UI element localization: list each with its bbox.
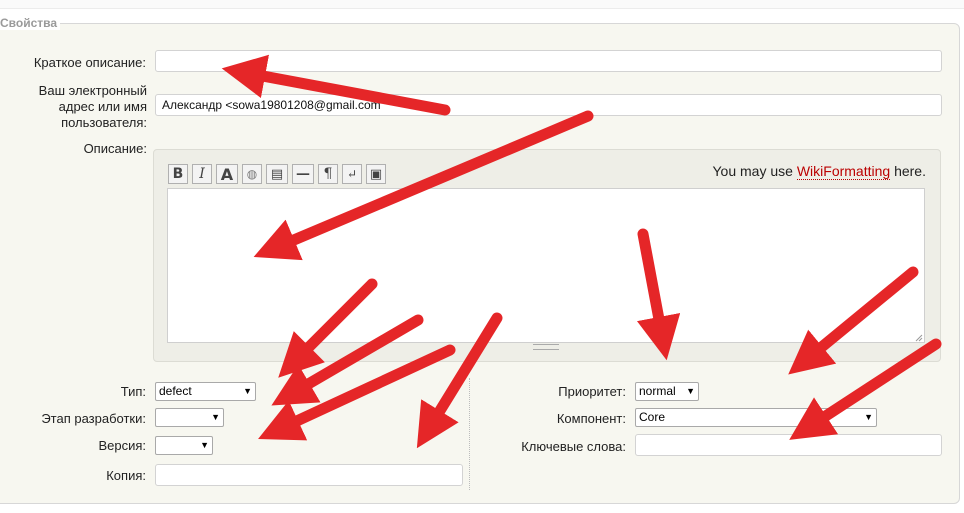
chevron-down-icon: ▼ <box>200 440 209 450</box>
paragraph-icon[interactable]: ¶ <box>318 164 338 184</box>
link-icon[interactable]: ◍ <box>242 164 262 184</box>
summary-label: Краткое описание: <box>33 55 146 70</box>
reporter-input[interactable]: Александр <sowa19801208@gmail.com <box>155 94 942 116</box>
reporter-label: Ваш электронный адрес или имя пользовате… <box>10 83 147 131</box>
cc-label: Копия: <box>106 468 146 483</box>
component-select-value: Core <box>639 410 666 424</box>
milestone-label: Этап разработки: <box>41 411 146 426</box>
image-icon[interactable]: ▣ <box>366 164 386 184</box>
priority-select[interactable]: normal ▼ <box>635 382 699 401</box>
wiki-toolbar: B I A ◍ ▤ — ¶ ↵ ▣ <box>168 164 390 184</box>
component-label: Компонент: <box>556 411 626 426</box>
textarea-grip-handle[interactable] <box>533 344 559 350</box>
priority-label: Приоритет: <box>558 384 626 399</box>
resize-handle-icon[interactable] <box>913 331 923 342</box>
reporter-label-line-3: пользователя: <box>61 115 147 130</box>
component-select[interactable]: Core ▼ <box>635 408 877 427</box>
chevron-down-icon: ▼ <box>686 386 695 396</box>
column-divider <box>469 378 470 490</box>
wiki-hint-suffix: here. <box>890 163 926 179</box>
description-label: Описание: <box>83 141 147 156</box>
top-strip <box>0 0 964 9</box>
line-break-icon[interactable]: ↵ <box>342 164 362 184</box>
milestone-select[interactable]: ▼ <box>155 408 224 427</box>
description-textarea[interactable] <box>167 188 925 343</box>
summary-input[interactable] <box>155 50 942 72</box>
bold-icon[interactable]: B <box>168 164 188 184</box>
reporter-label-line-2: адрес или имя <box>58 99 147 114</box>
wiki-hint: You may use WikiFormatting here. <box>712 163 926 180</box>
priority-select-value: normal <box>639 384 676 398</box>
type-select[interactable]: defect ▼ <box>155 382 256 401</box>
wikiformatting-link[interactable]: WikiFormatting <box>796 163 891 180</box>
horizontal-rule-icon[interactable]: — <box>292 164 314 184</box>
keywords-input[interactable] <box>635 434 942 456</box>
keywords-label: Ключевые слова: <box>521 439 626 454</box>
cc-input[interactable] <box>155 464 463 486</box>
code-block-icon[interactable]: ▤ <box>266 164 288 184</box>
heading-icon[interactable]: A <box>216 164 238 184</box>
version-label: Версия: <box>98 438 146 453</box>
wiki-hint-prefix: You may use <box>712 163 797 179</box>
chevron-down-icon: ▼ <box>243 386 252 396</box>
italic-icon[interactable]: I <box>192 164 212 184</box>
reporter-label-line-1: Ваш электронный <box>38 83 147 98</box>
chevron-down-icon: ▼ <box>864 412 873 422</box>
type-select-value: defect <box>159 384 192 398</box>
chevron-down-icon: ▼ <box>211 412 220 422</box>
version-select[interactable]: ▼ <box>155 436 213 455</box>
type-label: Тип: <box>120 384 146 399</box>
properties-legend: Свойства <box>0 16 61 30</box>
